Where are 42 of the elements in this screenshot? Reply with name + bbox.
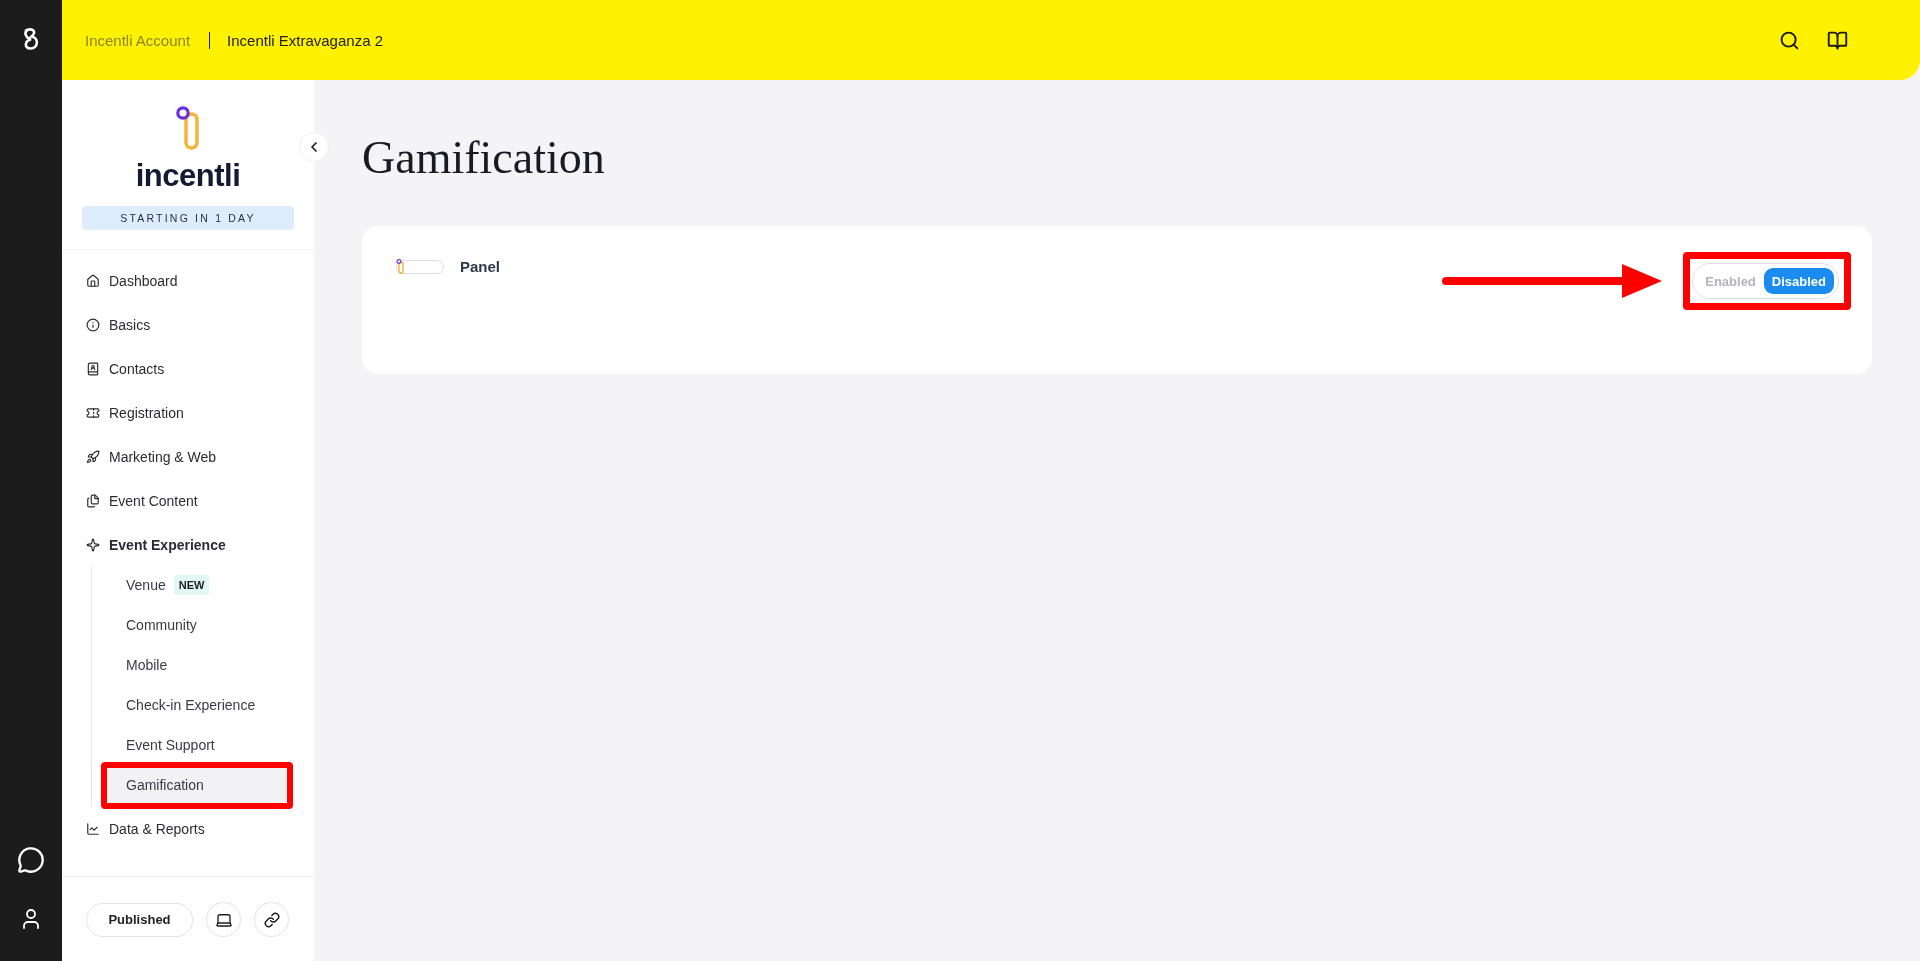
book-icon [1827, 29, 1848, 51]
logo-pill-icon [396, 259, 444, 275]
link-icon [263, 911, 280, 928]
sidebar-subitem[interactable]: Mobile [107, 647, 286, 683]
preview-button[interactable] [206, 902, 241, 937]
search-button[interactable] [1779, 29, 1800, 51]
app-logo-icon [22, 27, 40, 51]
published-button[interactable]: Published [86, 902, 193, 937]
sidebar-item[interactable]: Dashboard [62, 259, 314, 303]
status-badge: STARTING IN 1 DAY [82, 206, 294, 230]
line-chart-icon [86, 822, 100, 836]
docs-button[interactable] [1827, 29, 1848, 51]
link-button[interactable] [254, 902, 289, 937]
breadcrumb-link[interactable]: Incentli Extravaganza 2 [227, 31, 383, 49]
search-icon [1779, 29, 1800, 51]
new-badge: NEW [173, 575, 210, 595]
sparkle-icon [86, 538, 100, 552]
house-icon [86, 274, 100, 288]
sidebar-subitem[interactable]: Community [107, 607, 286, 643]
contact-card-icon [86, 362, 100, 376]
brand-name: incentli [135, 160, 241, 192]
sidebar-item[interactable]: Event Experience [62, 523, 314, 567]
sidebar-subitem[interactable]: Gamification [107, 767, 286, 803]
logo-icon [175, 106, 201, 150]
sidebar-item[interactable]: Contacts [62, 347, 314, 391]
sidebar-item[interactable]: Registration [62, 391, 314, 435]
sidebar-item[interactable]: Basics [62, 303, 314, 347]
sidebar-item[interactable]: Data & Reports [62, 807, 314, 851]
chat-button[interactable] [17, 846, 45, 874]
page-title: Gamification [362, 131, 606, 185]
sidebar-item[interactable]: Marketing & Web [62, 435, 314, 479]
ticket-icon [86, 406, 100, 420]
sidebar-subitem[interactable]: Check-in Experience [107, 687, 286, 723]
documents-icon [86, 494, 100, 508]
sidebar-item[interactable]: Event Content [62, 479, 314, 523]
sidebar-subitem[interactable]: Venue NEW [107, 567, 286, 603]
chat-icon [17, 846, 45, 874]
rocket-icon [86, 450, 100, 464]
sidebar-subitem[interactable]: Event Support [107, 727, 286, 763]
card-title: Panel [460, 258, 501, 276]
info-icon [86, 318, 100, 332]
collapse-button[interactable] [299, 132, 329, 162]
